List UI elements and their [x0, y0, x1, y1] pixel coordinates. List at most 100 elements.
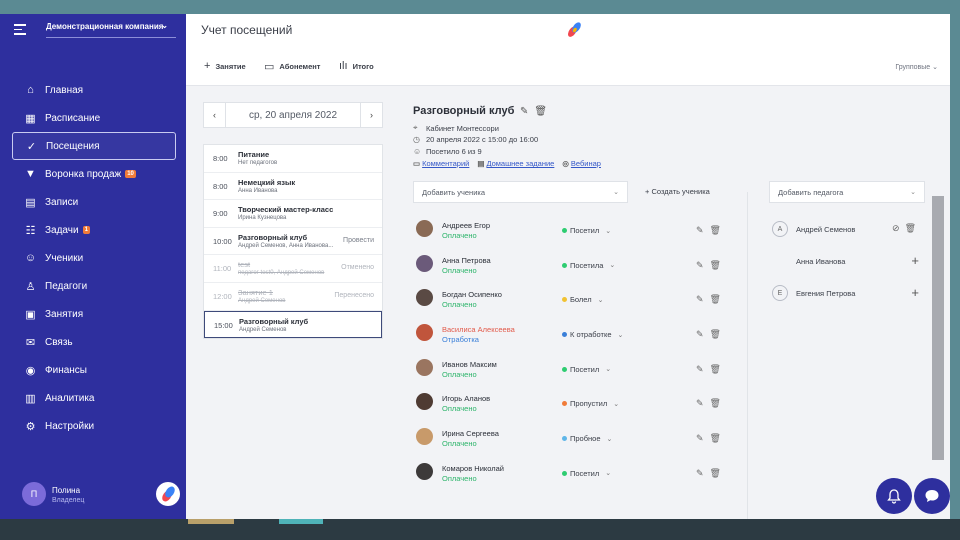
- add-teacher-select[interactable]: Добавить педагога ⌄: [769, 181, 925, 203]
- lesson-list: 8:00 Питание Нет педагогов 8:00 Немецкий язы…: [203, 144, 383, 340]
- attendance-dropdown[interactable]: Посетила ⌄: [562, 261, 615, 270]
- lesson-item[interactable]: 10:00 Разговорный клуб Андрей Семенов, Анн…: [204, 228, 382, 256]
- sidebar-item-4[interactable]: ▤ Записи: [12, 188, 176, 216]
- trash-icon[interactable]: 🗑: [710, 398, 727, 408]
- comment-link[interactable]: ▭ Комментарий: [413, 159, 469, 168]
- trash-icon[interactable]: 🗑: [710, 260, 727, 270]
- payment-status: Оплачено: [442, 266, 477, 275]
- sidebar-item-2[interactable]: ✓ Посещения: [12, 132, 176, 160]
- student-row: Андреев Егор Оплачено Посетил ⌄ ✎🗑: [413, 212, 735, 247]
- lesson-teachers: Андрей Семенов: [239, 326, 287, 333]
- user-panel[interactable]: П Полина Владелец: [0, 479, 186, 519]
- edit-icon[interactable]: ✎: [696, 225, 710, 235]
- trash-icon[interactable]: 🗑: [710, 294, 727, 304]
- student-name[interactable]: Ирина Сергеева: [442, 429, 499, 438]
- student-name[interactable]: Анна Петрова: [442, 256, 491, 265]
- teacher-name: Андрей Семенов: [796, 225, 856, 234]
- scrollbar[interactable]: [932, 196, 944, 460]
- chevron-down-icon: ⌄: [617, 331, 624, 339]
- student-row: Комаров Николай Оплачено Посетил ⌄ ✎🗑: [413, 455, 735, 490]
- teacher-name: Анна Иванова: [796, 257, 846, 266]
- trash-icon[interactable]: 🗑: [710, 329, 727, 339]
- lesson-item[interactable]: 12:00 Занятие 1 Андрей Семенов Перенесено: [204, 283, 382, 311]
- edit-icon[interactable]: ✎: [696, 364, 710, 374]
- wage-icon[interactable]: ⊘: [892, 223, 905, 233]
- company-selector[interactable]: Демонстрационная компания ⌄: [46, 21, 176, 31]
- chat-button[interactable]: [914, 478, 950, 514]
- attendance-dropdown[interactable]: Болел ⌄: [562, 295, 603, 304]
- lesson-item[interactable]: 8:00 Питание Нет педагогов: [204, 145, 382, 173]
- sidebar-item-12[interactable]: ⚙ Настройки: [12, 412, 176, 440]
- attendance-dropdown[interactable]: К отработке ⌄: [562, 330, 623, 339]
- menu-icon[interactable]: [14, 24, 26, 38]
- student-list: Андреев Егор Оплачено Посетил ⌄ ✎🗑 Анна Петро…: [413, 212, 735, 490]
- lesson-item[interactable]: 11:00 test педагог test0, Андрей Семенов От…: [204, 255, 382, 283]
- attendance-dropdown[interactable]: Посетил ⌄: [562, 365, 611, 374]
- lesson-time: 8:00: [213, 154, 228, 163]
- edit-icon[interactable]: ✎: [696, 433, 710, 443]
- edit-icon[interactable]: ✎: [696, 329, 710, 339]
- subscription-button[interactable]: ▭ Абонемент: [264, 60, 320, 73]
- add-student-select[interactable]: Добавить ученика ⌄: [413, 181, 628, 203]
- webinar-link[interactable]: ◎ Вебинар: [562, 159, 601, 168]
- add-teacher-icon[interactable]: +: [911, 253, 919, 268]
- groups-dropdown[interactable]: Групповые ⌄: [895, 63, 938, 71]
- trash-icon[interactable]: 🗑: [534, 106, 553, 117]
- create-student-button[interactable]: + Создать ученика: [645, 187, 710, 196]
- homework-link[interactable]: ▤ Домашнее задание: [477, 159, 554, 168]
- lesson-item[interactable]: 9:00 Творческий мастер-класс Ирина Кузнецо…: [204, 200, 382, 228]
- trash-icon[interactable]: 🗑: [710, 225, 727, 235]
- edit-icon[interactable]: ✎: [696, 294, 710, 304]
- sidebar-item-10[interactable]: ◉ Финансы: [12, 356, 176, 384]
- lesson-item[interactable]: 15:00 Разговорный клуб Андрей Семенов: [204, 310, 382, 339]
- count-badge: 10: [125, 170, 136, 178]
- sidebar-item-1[interactable]: ▦ Расписание: [12, 104, 176, 132]
- student-name[interactable]: Богдан Осипенко: [442, 290, 502, 299]
- sidebar-item-label: Настройки: [45, 420, 95, 432]
- student-name[interactable]: Иванов Максим: [442, 360, 497, 369]
- attendance-dropdown[interactable]: Посетил ⌄: [562, 226, 611, 235]
- edit-icon[interactable]: ✎: [696, 260, 710, 270]
- edit-icon[interactable]: ✎: [696, 468, 710, 478]
- avatar[interactable]: П: [22, 482, 46, 506]
- student-row: Василиса Алексеева Отработка К отработке ⌄ ✎…: [413, 316, 735, 351]
- groups-label: Групповые: [895, 64, 931, 71]
- current-date[interactable]: ср, 20 апреля 2022: [226, 110, 360, 121]
- sidebar-item-11[interactable]: ▥ Аналитика: [12, 384, 176, 412]
- student-name[interactable]: Василиса Алексеева: [442, 325, 515, 334]
- attendance-dropdown[interactable]: Посетил ⌄: [562, 469, 611, 478]
- trash-icon[interactable]: 🗑: [710, 468, 727, 478]
- trash-icon[interactable]: 🗑: [905, 223, 921, 233]
- lesson-name: test: [238, 260, 251, 270]
- attendance-dropdown[interactable]: Пропустил ⌄: [562, 399, 619, 408]
- edit-icon[interactable]: ✎: [696, 398, 710, 408]
- sidebar-item-6[interactable]: ☺ Ученики: [12, 244, 176, 272]
- sidebar-item-5[interactable]: ☷ Задачи 1: [12, 216, 176, 244]
- trash-icon[interactable]: 🗑: [710, 433, 727, 443]
- total-label: Итого: [352, 61, 374, 71]
- lesson-status: Провести: [343, 236, 374, 244]
- add-lesson-button[interactable]: + Занятие: [204, 60, 246, 72]
- lesson-item[interactable]: 8:00 Немецкий язык Анна Иванова: [204, 173, 382, 201]
- edit-icon[interactable]: ✎: [520, 106, 534, 117]
- teacher-name: Евгения Петрова: [796, 289, 856, 298]
- sidebar-item-8[interactable]: ▣ Занятия: [12, 300, 176, 328]
- sidebar-item-9[interactable]: ✉ Связь: [12, 328, 176, 356]
- room-text: Кабинет Монтессори: [426, 123, 499, 133]
- student-name[interactable]: Андреев Егор: [442, 221, 490, 230]
- add-teacher-icon[interactable]: +: [911, 285, 919, 300]
- attendance-dropdown[interactable]: Пробное ⌄: [562, 434, 612, 443]
- student-name[interactable]: Комаров Николай: [442, 464, 504, 473]
- trash-icon[interactable]: 🗑: [710, 364, 727, 374]
- sidebar-item-3[interactable]: ▼ Воронка продаж 10: [12, 160, 176, 188]
- student-name[interactable]: Игорь Аланов: [442, 394, 490, 403]
- next-day-button[interactable]: ›: [360, 103, 382, 127]
- sidebar-item-0[interactable]: ⌂ Главная: [12, 76, 176, 104]
- webinar-label: Вебинар: [570, 159, 601, 168]
- app-logo-icon[interactable]: [156, 482, 180, 506]
- status-dot: [562, 332, 567, 338]
- prev-day-button[interactable]: ‹: [204, 103, 226, 127]
- sidebar-item-7[interactable]: ♙ Педагоги: [12, 272, 176, 300]
- total-button[interactable]: ılı Итого: [339, 60, 374, 72]
- notifications-button[interactable]: [876, 478, 912, 514]
